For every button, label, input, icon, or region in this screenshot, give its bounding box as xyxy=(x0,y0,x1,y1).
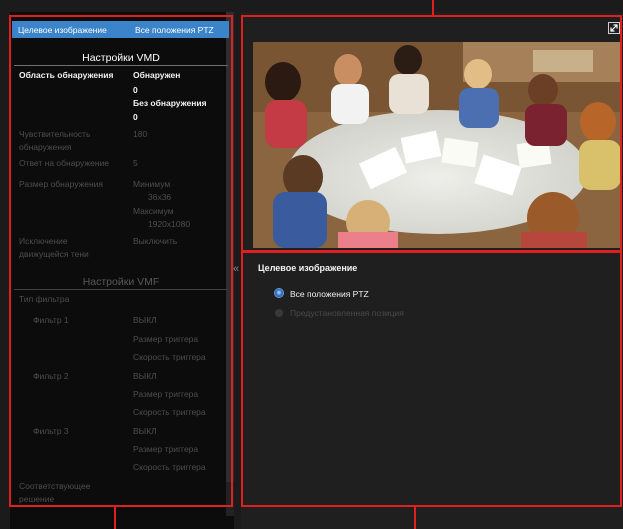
annotation-frame-left xyxy=(9,15,233,507)
annotation-leader-top xyxy=(432,0,434,15)
vmd-settings-window: Целевое изображение Все положения PTZ На… xyxy=(0,0,623,529)
annotation-leader-right xyxy=(414,507,416,529)
annotation-frame-preview xyxy=(241,15,622,252)
collapse-panel-icon[interactable]: « xyxy=(233,263,239,275)
annotation-leader-left xyxy=(114,507,116,529)
annotation-frame-options xyxy=(241,251,622,507)
